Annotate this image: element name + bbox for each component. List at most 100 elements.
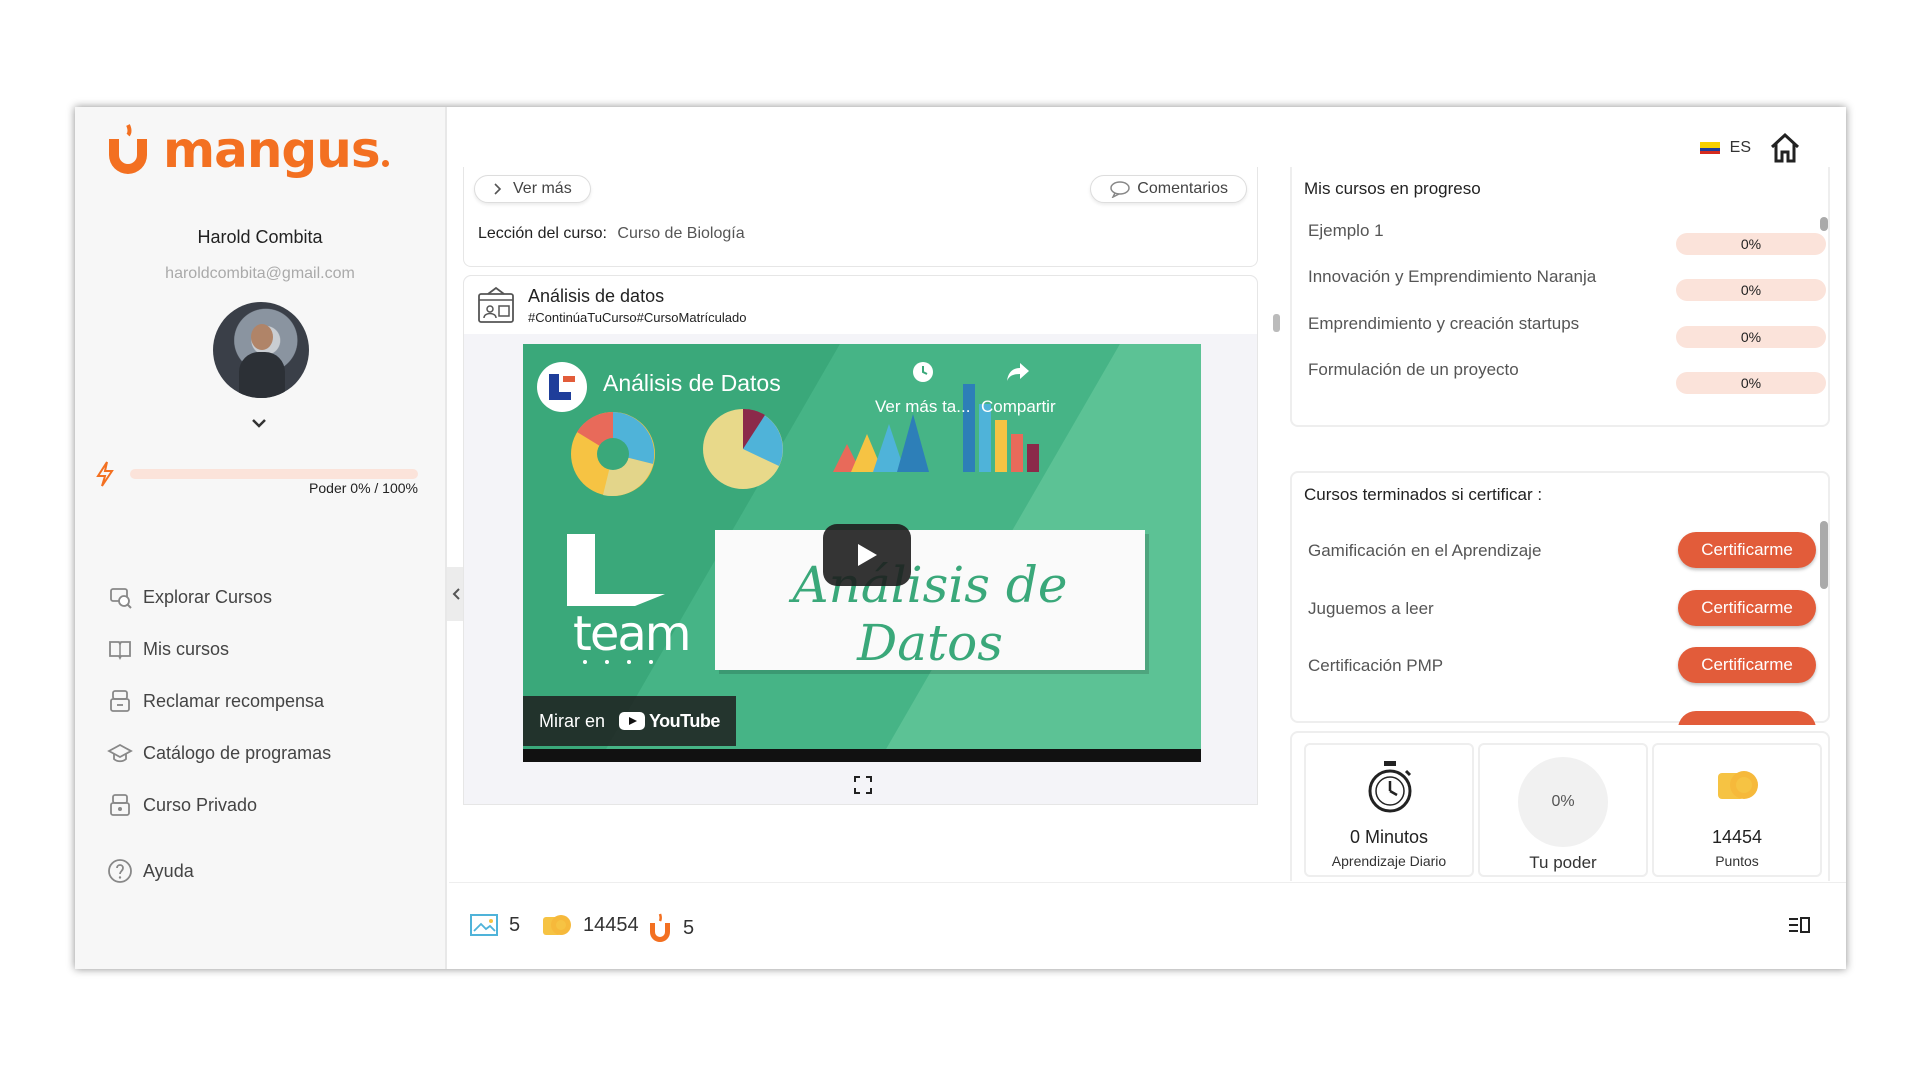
- whiteboard: Análisis de Datos: [715, 530, 1145, 672]
- pie-charts-decoration: [571, 408, 783, 497]
- user-email: haroldcombita@gmail.com: [165, 265, 355, 282]
- play-button[interactable]: [823, 524, 911, 586]
- fullscreen-icon[interactable]: [854, 776, 872, 794]
- logo-dot: [381, 159, 389, 167]
- help-icon: [108, 859, 132, 883]
- list-item: Juguemos a leer Certificarme: [1308, 590, 1818, 626]
- youtube-logo: YouTube: [619, 711, 720, 732]
- home-icon[interactable]: [1768, 131, 1802, 165]
- avatar-head: [251, 324, 273, 350]
- coins-counter[interactable]: 14454: [541, 913, 639, 937]
- book-icon: [109, 641, 131, 661]
- list-item[interactable]: Formulación de un proyecto 0%: [1308, 360, 1826, 394]
- sidebar: mangus Harold Combita haroldcombita@gmai…: [75, 107, 447, 969]
- stat-value: 0 Minutos: [1349, 827, 1429, 847]
- panel-title: Cursos terminados si certificar :: [1304, 485, 1543, 504]
- chevron-down-icon[interactable]: [251, 412, 267, 433]
- avatar[interactable]: [213, 302, 309, 398]
- power-circle-value: 0%: [1551, 793, 1575, 810]
- course-name: Formulación de un proyecto: [1308, 360, 1519, 379]
- list-item[interactable]: Innovación y Emprendimiento Naranja 0%: [1308, 267, 1826, 301]
- see-more-button[interactable]: Ver más: [474, 175, 591, 203]
- certify-button-edge: [1678, 711, 1816, 725]
- points-stat: 14454 Puntos: [1652, 743, 1822, 877]
- comments-label: Comentarios: [1137, 180, 1228, 197]
- stat-value: 14454: [1711, 827, 1763, 847]
- sidebar-item-label: Catálogo de programas: [143, 742, 332, 763]
- course-name: Juguemos a leer: [1308, 599, 1434, 618]
- share-label: Compartir: [981, 397, 1056, 416]
- sidebar-item-label: Ayuda: [143, 860, 194, 881]
- watch-on-youtube-button[interactable]: Mirar en YouTube: [523, 696, 736, 746]
- youtube-icon: [619, 712, 646, 730]
- sidebar-item-explorar-cursos[interactable]: Explorar Cursos: [107, 571, 331, 623]
- list-item: Gamificación en el Aprendizaje Certifica…: [1308, 532, 1818, 568]
- lesson-course-link[interactable]: Curso de Biología: [617, 225, 744, 242]
- post-card: Ver más Comentarios Lección del curso: C…: [463, 167, 1258, 267]
- youtube-wordmark: YouTube: [649, 710, 720, 731]
- course-name: Certificación PMP: [1308, 656, 1444, 675]
- mango-counter[interactable]: 5: [647, 913, 694, 943]
- share-button[interactable]: Compartir: [981, 360, 1056, 417]
- watch-on-label: Mirar en: [539, 710, 606, 731]
- video-title[interactable]: Análisis de Datos: [603, 370, 781, 397]
- certify-panel-scrollbar[interactable]: [1820, 521, 1828, 589]
- center-scrollbar[interactable]: [1273, 314, 1280, 332]
- reward-icon: [110, 690, 130, 712]
- sidebar-item-mis-cursos[interactable]: Mis cursos: [107, 623, 331, 675]
- language-selector[interactable]: ES: [1699, 139, 1751, 157]
- sidebar-item-label: Reclamar recompensa: [143, 690, 325, 711]
- certify-button[interactable]: Certificarme: [1678, 647, 1816, 683]
- comments-button[interactable]: Comentarios: [1090, 175, 1247, 203]
- list-item[interactable]: Ejemplo 1 0%: [1308, 221, 1826, 255]
- panel-toggle-icon[interactable]: [1787, 915, 1811, 941]
- share-icon: [981, 360, 1056, 391]
- team-logo-text: team: [573, 606, 692, 662]
- course-name: Innovación y Emprendimiento Naranja: [1308, 267, 1597, 286]
- youtube-video-player[interactable]: Análisis de Datos Ver más ta... Comparti…: [523, 344, 1201, 762]
- channel-logo[interactable]: [537, 362, 587, 412]
- play-icon: [858, 544, 877, 566]
- comment-icon: [1110, 181, 1131, 198]
- progress-panel-scrollbar[interactable]: [1820, 217, 1828, 231]
- brand-name: mangus: [163, 121, 381, 179]
- course-name: Emprendimiento y creación startups: [1308, 314, 1580, 333]
- sidebar-item-curso-privado[interactable]: Curso Privado: [107, 779, 331, 831]
- mango-logo-icon: [109, 124, 147, 174]
- lesson-info: Lección del curso: Curso de Biología: [478, 225, 745, 243]
- sidebar-item-label: Mis cursos: [143, 638, 230, 659]
- classroom-icon: [478, 286, 514, 323]
- certify-button[interactable]: Certificarme: [1678, 532, 1816, 568]
- sidebar-item-label: Curso Privado: [143, 794, 258, 815]
- certify-button-partial[interactable]: [1678, 711, 1816, 725]
- course-progress-bar: 0%: [1676, 233, 1826, 255]
- app-window: mangus Harold Combita haroldcombita@gmai…: [75, 107, 1846, 969]
- video-post-tags: #ContinúaTuCurso#CursoMatrículado: [528, 310, 747, 325]
- list-item[interactable]: Emprendimiento y creación startups 0%: [1308, 314, 1826, 348]
- power-progress-bar: [130, 469, 418, 479]
- panel-title: Mis cursos en progreso: [1304, 179, 1481, 198]
- courses-in-progress-panel: Mis cursos en progreso Ejemplo 1 0% Inno…: [1290, 167, 1830, 427]
- course-progress-bar: 0%: [1676, 372, 1826, 394]
- sidebar-item-label: Explorar Cursos: [143, 586, 273, 607]
- stat-label: Puntos: [1715, 853, 1759, 869]
- avatar-body: [239, 352, 285, 398]
- watch-later-label: Ver más ta...: [875, 397, 971, 416]
- sidebar-item-ayuda[interactable]: Ayuda: [107, 845, 331, 897]
- images-counter[interactable]: 5: [469, 913, 520, 937]
- graduation-cap-icon: [107, 743, 133, 763]
- user-name: Harold Combita: [197, 227, 323, 247]
- see-more-label: Ver más: [513, 180, 572, 197]
- stat-label: Aprendizaje Diario: [1331, 853, 1447, 869]
- video-thumbnail: Análisis de Datos Ver más ta... Comparti…: [523, 344, 1201, 749]
- private-course-icon: [110, 794, 130, 816]
- image-icon: [470, 914, 498, 936]
- certify-button[interactable]: Certificarme: [1678, 590, 1816, 626]
- sidebar-item-reclamar-recompensa[interactable]: Reclamar recompensa: [107, 675, 331, 727]
- whiteboard-text: Análisis de Datos: [792, 556, 1068, 672]
- brand-logo[interactable]: mangus: [103, 121, 389, 179]
- sidebar-item-catalogo-de-programas[interactable]: Catálogo de programas: [107, 727, 331, 779]
- list-item: Certificación PMP Certificarme: [1308, 647, 1818, 683]
- watch-later-button[interactable]: Ver más ta...: [875, 360, 970, 417]
- colombia-flag-icon: [1699, 142, 1720, 154]
